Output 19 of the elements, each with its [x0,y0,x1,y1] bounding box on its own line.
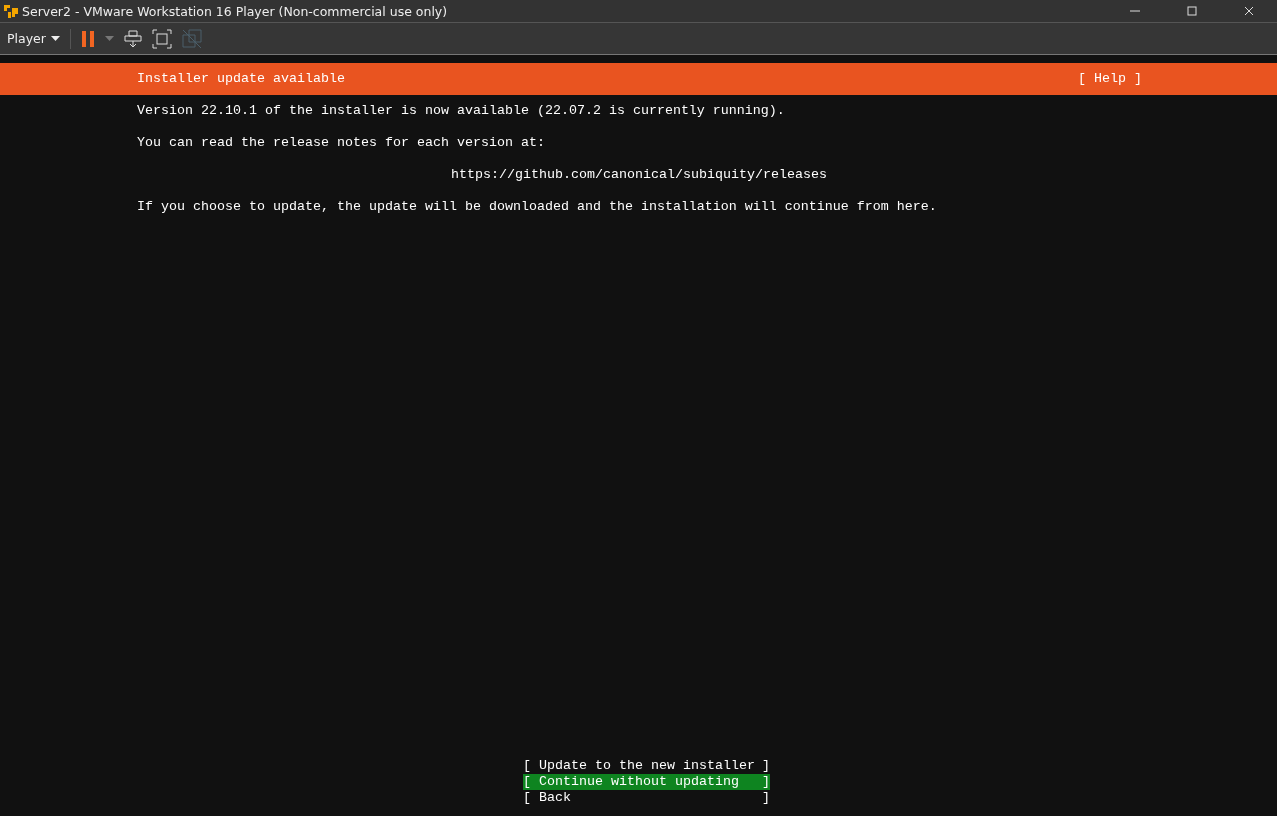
menu-option-button[interactable]: [ Back ] [523,790,770,806]
send-keys-icon[interactable] [123,29,142,48]
menu-option-button[interactable]: [ Update to the new installer ] [523,758,770,774]
header-title: Installer update available [137,71,345,87]
close-icon[interactable] [1242,5,1255,17]
app-logo-icon [3,3,19,19]
menu-option-button[interactable]: [ Continue without updating ] [523,774,770,790]
help-button[interactable]: [ Help ] [1078,71,1142,87]
caret-icon [50,36,60,41]
fullscreen-icon[interactable] [151,28,172,49]
release-notes-link[interactable]: https://github.com/canonical/subiquity/releases [451,167,827,182]
body-text: Version 22.10.1 of the installer is now available (22.07.2 is currently running). [137,103,785,118]
maximize-icon[interactable] [1186,5,1198,17]
player-menu-button[interactable]: Player [7,31,60,46]
body-text: You can read the release notes for each version at: [137,135,545,150]
body-text: If you choose to update, the update will be downloaded and the installation will continue from here. [137,199,937,214]
dropdown-caret-icon[interactable] [104,36,114,41]
window-title: Server2 - VMware Workstation 16 Player (Non-commercial use only) [22,3,449,19]
pause-icon[interactable] [80,29,95,48]
